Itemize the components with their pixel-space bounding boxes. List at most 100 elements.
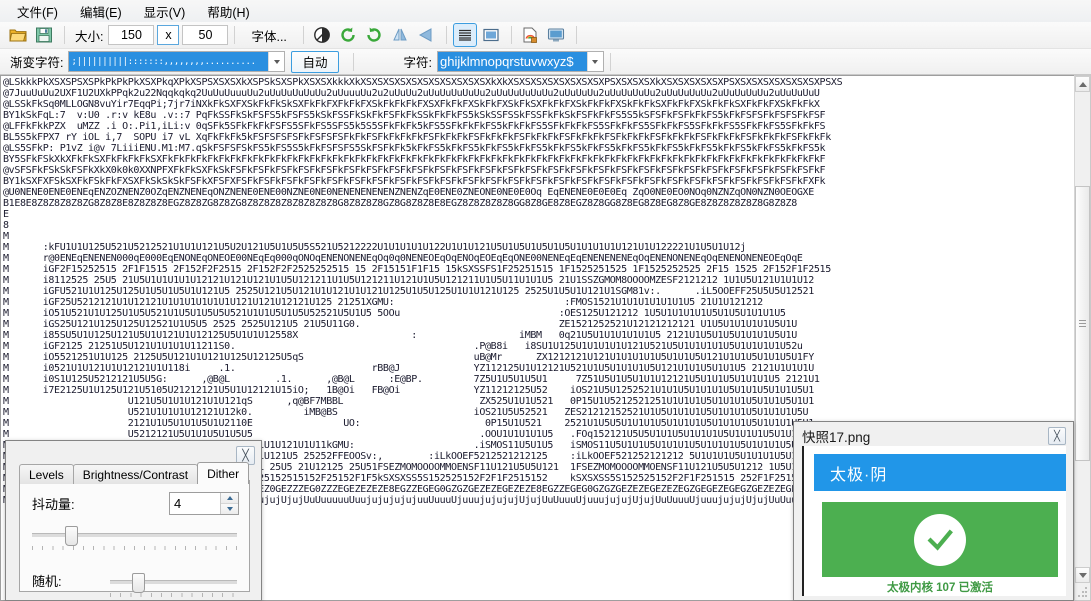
random-slider[interactable] xyxy=(110,573,237,597)
ascii-line: M iO51U521U1U125U1U5U521U1U5U1U5U5U521U1… xyxy=(3,308,786,319)
scroll-thumb[interactable] xyxy=(1075,186,1090,461)
open-file-button[interactable] xyxy=(6,23,30,47)
check-circle-icon xyxy=(914,513,966,566)
preview-banner-text: 太极·阴 xyxy=(830,467,888,484)
stepper-buttons[interactable] xyxy=(220,493,238,514)
dither-amount-value[interactable]: 4 xyxy=(170,493,220,514)
preview-footer-text: 太极内核 107 已激活 xyxy=(886,581,994,594)
toolbar-divider-6 xyxy=(575,26,577,44)
color-image-button[interactable] xyxy=(518,23,542,47)
dither-slider-ticks xyxy=(32,546,237,550)
ascii-line: @LFFkFkkPZX uMZZ .i O:.Pi1,iLi:v 0qSFk5S… xyxy=(3,121,826,132)
rotate-right-icon xyxy=(365,26,383,44)
ascii-line: M U121U5U1U1U121U1U121qS ,q@BF7MBBL ZX52… xyxy=(3,396,814,407)
auto-button[interactable]: 自动 xyxy=(291,50,339,73)
ascii-line: @U0NENE0ENE0ENEqENZOZNENZ0OZqENZNENEqONZ… xyxy=(3,187,814,198)
dither-amount-stepper[interactable]: 4 xyxy=(169,492,239,515)
ascii-line: @LSSkFkSq0MLLOGN8vuYir7EqqPi;7jr7iNXkFkS… xyxy=(3,99,820,110)
window-resize-grip[interactable] xyxy=(1075,585,1089,599)
ascii-line: M iGF25U5212121U1U12121U1U1U1U1U1U1U121U… xyxy=(3,297,763,308)
menu-view[interactable]: 显示(V) xyxy=(133,0,197,23)
random-slider-track xyxy=(110,580,237,584)
ascii-line: M i85SU5U1U125U121U5U1U121U1U12125U5U1U1… xyxy=(3,330,797,341)
font-button[interactable]: 字体... xyxy=(241,25,296,46)
text-mode-button[interactable] xyxy=(452,23,477,47)
chars-value[interactable]: ghijklmnopqrstuvwxyz$ xyxy=(437,52,587,71)
ascii-line: M i0S1U125U5212121U5U5G: ,@B@L .1. ,@B@L… xyxy=(3,374,820,385)
stepper-up-icon[interactable] xyxy=(221,493,238,504)
ascii-line: M U5212121U5U1U1U5U1U5U5 .OOU1U1U1U1U5 .… xyxy=(3,429,814,440)
chars-combo[interactable]: ghijklmnopqrstuvwxyz$ xyxy=(436,51,604,72)
dither-amount-slider[interactable] xyxy=(32,526,237,550)
random-slider-ticks xyxy=(110,593,237,597)
gradient-chars-label: 渐变字符: xyxy=(10,56,64,70)
toolbar-divider-2 xyxy=(234,26,236,44)
dither-slider-knob[interactable] xyxy=(65,526,78,546)
random-label: 随机: xyxy=(32,574,62,589)
invert-button[interactable] xyxy=(310,23,334,47)
save-file-button[interactable] xyxy=(32,23,56,47)
toolbar-divider-5 xyxy=(510,26,512,44)
ascii-art-generator-window: 文件(F) 编辑(E) 显示(V) 帮助(H) 大小: 150 x 50 字体.… xyxy=(0,0,1091,601)
scroll-down-arrow-icon[interactable] xyxy=(1075,567,1090,583)
ascii-line: M iGFU521U1U125U125U1U5U1U5U1U121U5 2525… xyxy=(3,286,814,297)
toolbar-divider-3 xyxy=(302,26,304,44)
ascii-line: M iGF2125 21251U5U121U1U1U1U11211S0. .P@… xyxy=(3,341,803,352)
open-folder-icon xyxy=(9,26,27,44)
menu-help[interactable]: 帮助(H) xyxy=(196,0,260,23)
random-slider-knob[interactable] xyxy=(132,573,145,593)
ascii-line: M iGS25U121U125U125U12521U1U5U5 2525 252… xyxy=(3,319,797,330)
ascii-line: E xyxy=(3,209,9,220)
width-input[interactable]: 150 xyxy=(108,25,155,45)
ascii-line: M i8112525 25U5 21U5U1U1U1U1U12121U121U1… xyxy=(3,275,814,286)
toolbar-secondary: 渐变字符: ;||||||||||:::::::,,,,,,,,........… xyxy=(0,49,1091,75)
save-disk-icon xyxy=(35,26,53,44)
dimension-x-separator[interactable]: x xyxy=(157,25,180,45)
ascii-line: BL5S5kFPX7 rY iOL i,7 SOPU i7 vL XqFkFkF… xyxy=(3,132,831,143)
ascii-line: BY1kSXFXFSkSXFkFSkFkFXSXFkSkSkSkFSFkXFSF… xyxy=(3,176,826,187)
height-input[interactable]: 50 xyxy=(182,25,229,45)
menu-bar: 文件(F) 编辑(E) 显示(V) 帮助(H) xyxy=(0,0,1091,22)
menu-file[interactable]: 文件(F) xyxy=(6,0,69,23)
vertical-scrollbar[interactable] xyxy=(1074,75,1091,601)
tab-brightness-contrast[interactable]: Brightness/Contrast xyxy=(72,464,199,484)
image-mode-button[interactable] xyxy=(479,23,503,47)
rotate-right-button[interactable] xyxy=(362,23,386,47)
close-icon[interactable]: ╳ xyxy=(1048,427,1066,445)
preview-canvas[interactable]: 太极·阴 太极内核 107 已激活 xyxy=(802,446,1066,596)
image-frame-icon xyxy=(482,26,500,44)
preview-title: 快照17.png xyxy=(802,430,871,445)
gradient-chars-value[interactable]: ;||||||||||:::::::,,,,,,,,.......... xyxy=(69,52,269,71)
flip-vertical-icon xyxy=(417,26,435,44)
ascii-line: M 2121U1U5U1U1U5U1U2110E UO: 0P15U1U521 … xyxy=(3,418,814,429)
ascii-line: 8 xyxy=(3,220,9,231)
scroll-thumb-grip xyxy=(1079,320,1086,327)
ascii-line: M :kFU1U1U125U521U5212521U1U1U121U5U2U12… xyxy=(3,242,746,253)
adjustments-dialog: ╳ Levels Brightness/Contrast Dither 抖动量:… xyxy=(5,440,262,601)
ascii-line: @7JuuUuUu2UXF1U2UXkPPqk2u22Nqqkqkq2UuUuU… xyxy=(3,88,820,99)
tab-levels[interactable]: Levels xyxy=(19,464,74,484)
stepper-down-icon[interactable] xyxy=(221,504,238,514)
toolbar-divider-8 xyxy=(609,52,611,71)
ascii-line: M iO5521251U1U125 2125U5U121U1U121U125U1… xyxy=(3,352,814,363)
monitor-preview-icon xyxy=(547,26,565,44)
gradient-chars-combo[interactable]: ;||||||||||:::::::,,,,,,,,.......... xyxy=(68,51,286,72)
rotate-left-button[interactable] xyxy=(336,23,360,47)
ascii-line: @vSFSFkFSkSkFSFkXkX0k0k0XXNPFXFkFkSXFkSk… xyxy=(3,165,826,176)
chevron-down-icon-2[interactable] xyxy=(586,52,603,71)
flip-vertical-button[interactable] xyxy=(414,23,438,47)
scroll-up-arrow-icon[interactable] xyxy=(1075,76,1090,92)
flip-horizontal-button[interactable] xyxy=(388,23,412,47)
toolbar-divider-4 xyxy=(445,26,447,44)
dither-amount-row: 抖动量: 4 xyxy=(32,492,239,515)
preview-banner: 太极·阴 xyxy=(814,454,1066,491)
chevron-down-icon[interactable] xyxy=(268,52,285,71)
color-picture-icon xyxy=(521,26,539,44)
ascii-line: M xyxy=(3,231,9,242)
monitor-preview-button[interactable] xyxy=(544,23,568,47)
dither-slider-track xyxy=(32,533,237,537)
ascii-line: @LSkkkPkXSXSPSXSPkPkPkPkXSXPkqXPkXSPSXSX… xyxy=(3,77,843,88)
tab-dither[interactable]: Dither xyxy=(197,462,250,484)
ascii-line: @LS5SFkP: P1vZ i@v 7LiiiENU.M1:M7.qSkFSF… xyxy=(3,143,826,154)
menu-edit[interactable]: 编辑(E) xyxy=(69,0,133,23)
